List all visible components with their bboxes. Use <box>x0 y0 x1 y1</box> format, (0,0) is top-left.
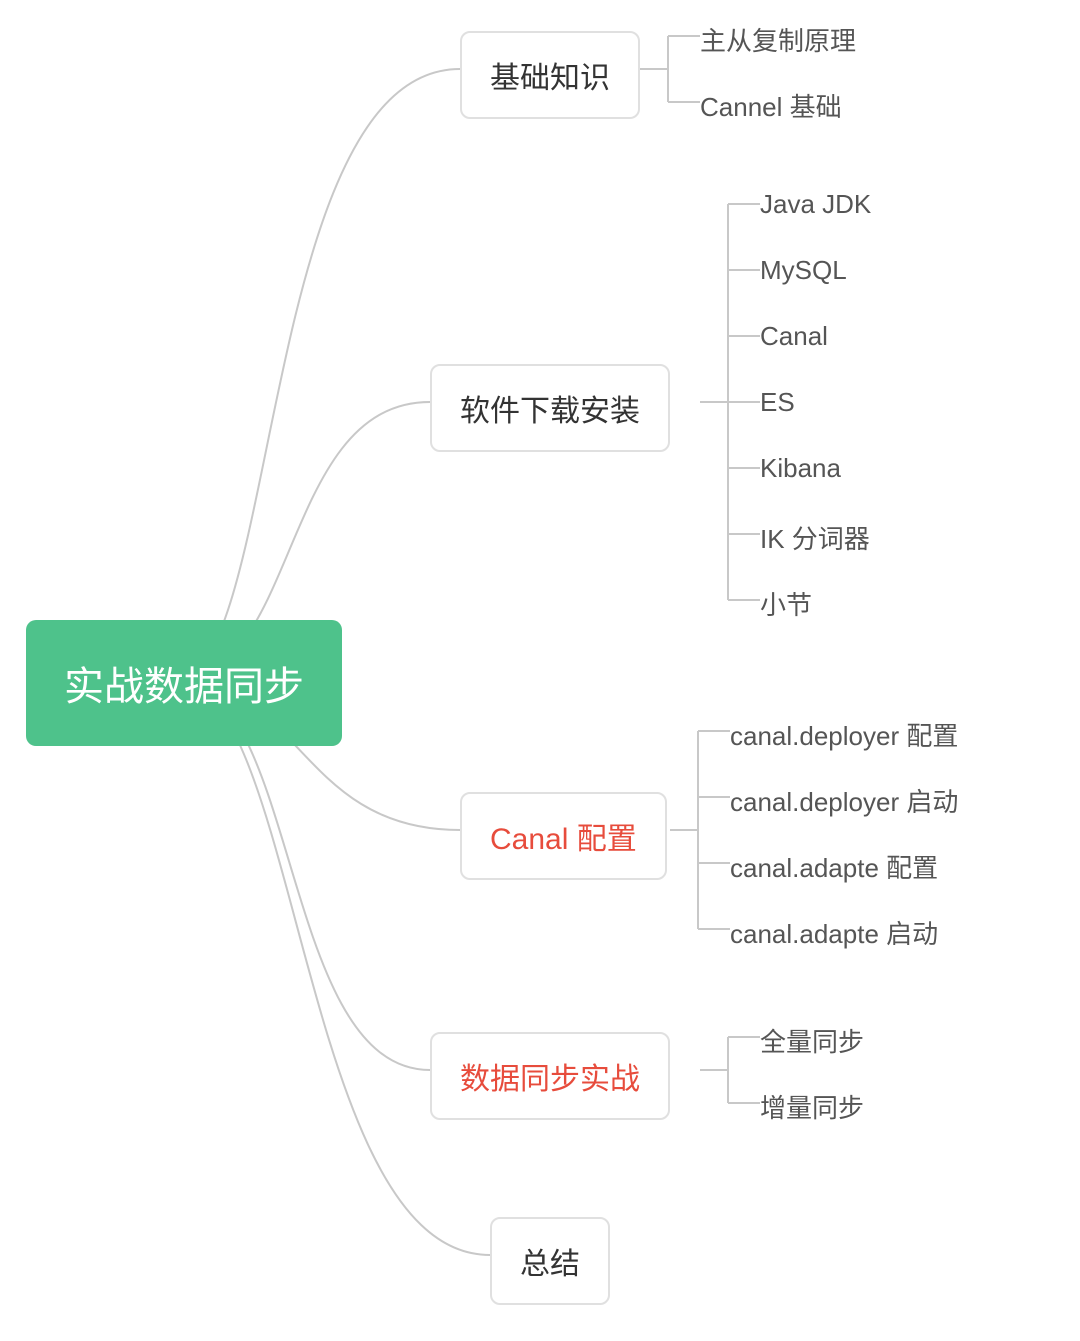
leaf-label: Kibana <box>760 453 841 483</box>
leaf-item[interactable]: Canal <box>760 321 828 352</box>
leaf-label: canal.adapte 配置 <box>730 853 938 883</box>
branch-sync[interactable]: 数据同步实战 <box>430 1032 670 1120</box>
leaf-label: canal.deployer 启动 <box>730 787 958 817</box>
branch-label: 基础知识 <box>490 62 610 95</box>
branch-summary[interactable]: 总结 <box>490 1217 610 1305</box>
leaf-item[interactable]: canal.adapte 配置 <box>730 848 938 885</box>
branch-label: 总结 <box>520 1248 580 1281</box>
leaf-item[interactable]: Java JDK <box>760 189 871 220</box>
leaf-label: IK 分词器 <box>760 524 870 554</box>
leaf-label: Canal <box>760 321 828 351</box>
leaf-item[interactable]: canal.adapte 启动 <box>730 914 938 951</box>
leaf-item[interactable]: MySQL <box>760 255 847 286</box>
leaf-label: 小节 <box>760 590 812 620</box>
leaf-item[interactable]: Kibana <box>760 453 841 484</box>
leaf-item[interactable]: canal.deployer 配置 <box>730 716 958 753</box>
leaf-item[interactable]: 小节 <box>760 585 812 622</box>
leaf-label: canal.deployer 配置 <box>730 721 958 751</box>
branch-canal-config[interactable]: Canal 配置 <box>460 792 667 880</box>
leaf-label: 主从复制原理 <box>700 26 856 56</box>
branch-install[interactable]: 软件下载安装 <box>430 364 670 452</box>
leaf-label: Java JDK <box>760 189 871 219</box>
root-label: 实战数据同步 <box>64 665 304 709</box>
leaf-item[interactable]: ES <box>760 387 795 418</box>
root-node[interactable]: 实战数据同步 <box>26 620 342 746</box>
leaf-item[interactable]: 增量同步 <box>760 1088 864 1125</box>
branch-label: Canal 配置 <box>490 823 637 856</box>
leaf-item[interactable]: 全量同步 <box>760 1022 864 1059</box>
leaf-item[interactable]: canal.deployer 启动 <box>730 782 958 819</box>
leaf-label: Cannel 基础 <box>700 92 842 122</box>
leaf-item[interactable]: Cannel 基础 <box>700 87 842 124</box>
leaf-label: ES <box>760 387 795 417</box>
leaf-item[interactable]: 主从复制原理 <box>700 21 856 58</box>
leaf-label: MySQL <box>760 255 847 285</box>
leaf-label: 增量同步 <box>760 1093 864 1123</box>
branch-label: 数据同步实战 <box>460 1063 640 1096</box>
leaf-item[interactable]: IK 分词器 <box>760 519 870 556</box>
branch-label: 软件下载安装 <box>460 395 640 428</box>
leaf-label: canal.adapte 启动 <box>730 919 938 949</box>
branch-basics[interactable]: 基础知识 <box>460 31 640 119</box>
leaf-label: 全量同步 <box>760 1027 864 1057</box>
